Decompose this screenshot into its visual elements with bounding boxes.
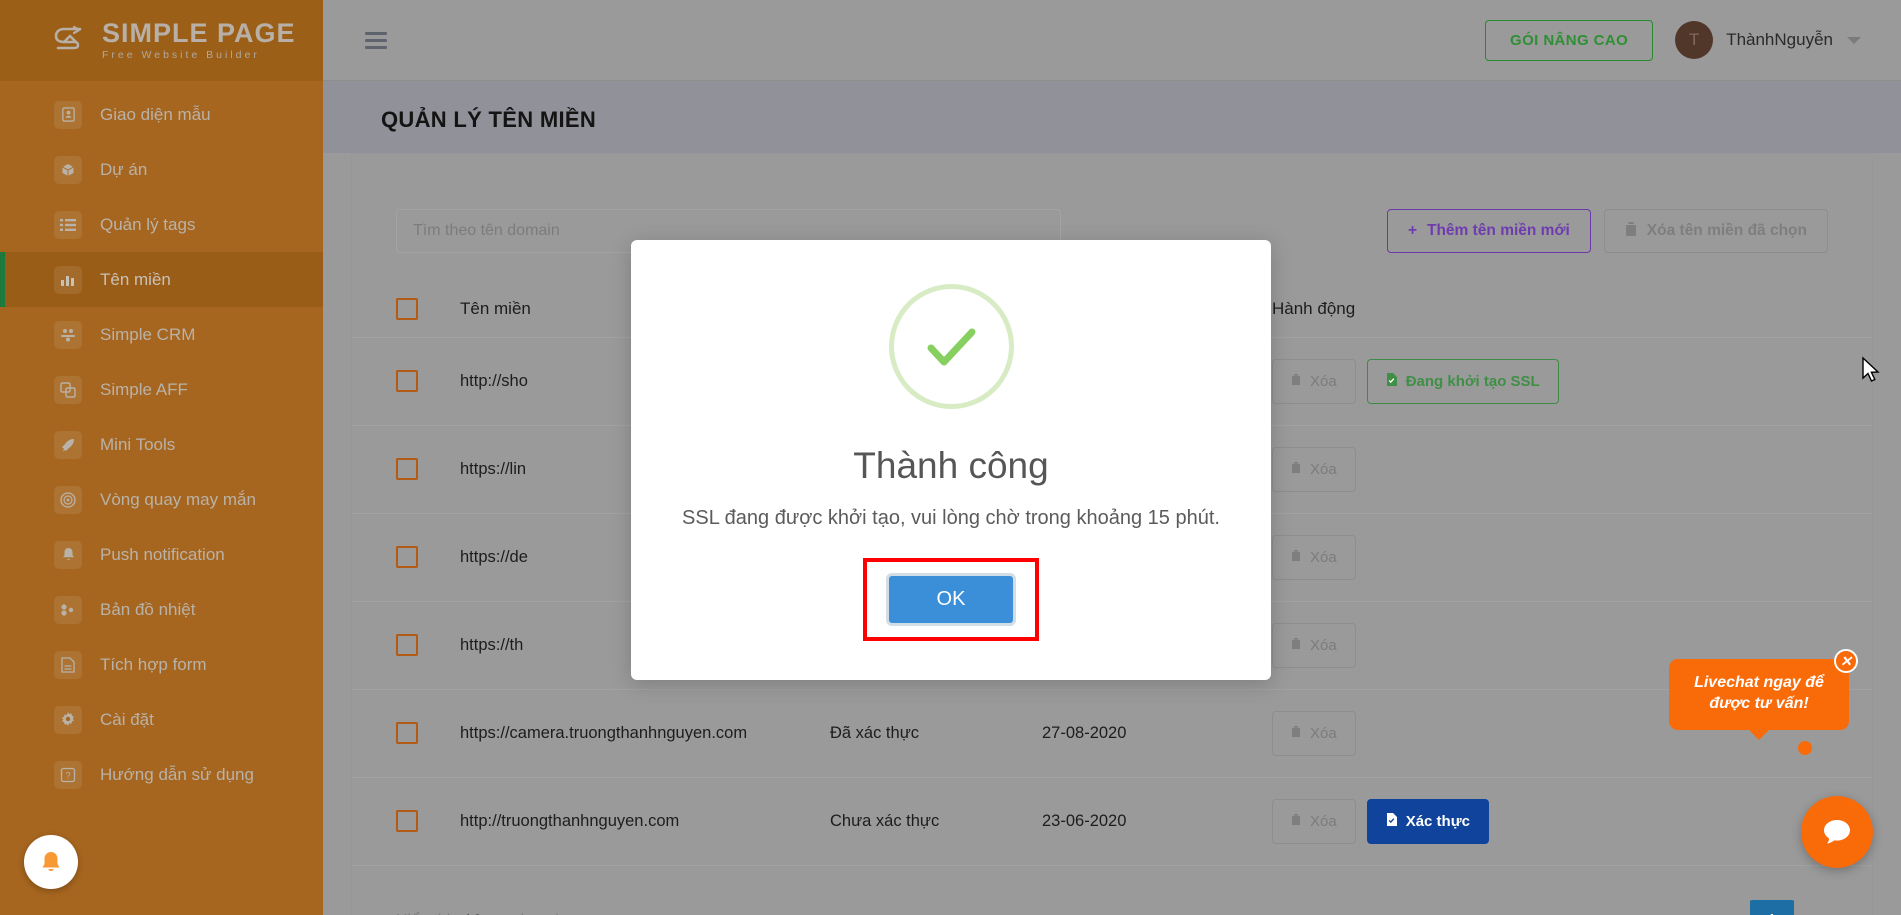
app-root: SIMPLE PAGE Free Website Builder Giao di… [0,0,1901,915]
livechat-bubble[interactable]: Livechat ngay để được tư vấn! ✕ [1669,649,1858,740]
livechat-bubble-text: Livechat ngay để được tư vấn! [1694,674,1824,713]
success-check-icon [888,284,1014,409]
livechat-bubble-dot [1798,741,1812,755]
livechat-fab-button[interactable] [1801,796,1873,868]
success-modal: Thành công SSL đang được khởi tạo, vui l… [631,240,1271,680]
modal-message: SSL đang được khởi tạo, vui lòng chờ tro… [682,507,1220,529]
ok-button[interactable]: OK [885,573,1017,626]
modal-title: Thành công [853,445,1049,486]
chat-icon [1824,820,1850,844]
ok-button-highlight: OK [862,558,1040,641]
